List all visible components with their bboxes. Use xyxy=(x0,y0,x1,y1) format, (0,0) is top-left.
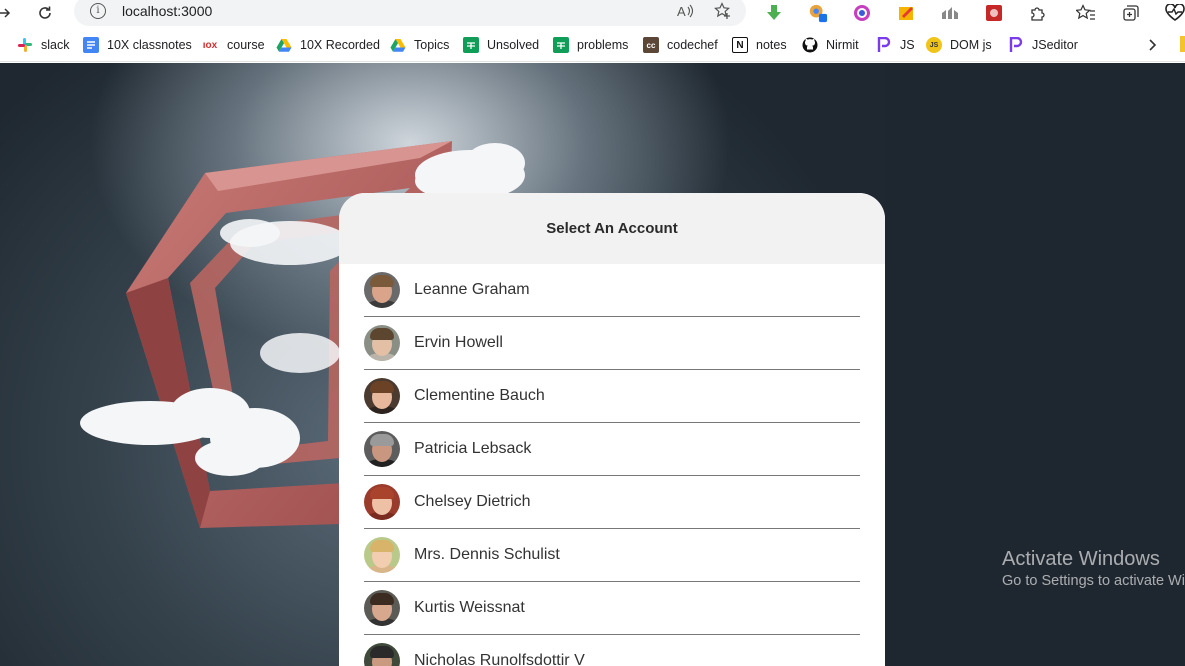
bookmark-label: 10X classnotes xyxy=(107,38,192,52)
account-item[interactable]: Ervin Howell xyxy=(364,317,860,370)
red-extension-icon[interactable] xyxy=(984,3,1004,23)
account-name: Kurtis Weissnat xyxy=(414,599,525,616)
jseditor-icon xyxy=(876,37,892,53)
svg-text:A: A xyxy=(677,4,686,19)
avatar xyxy=(364,378,400,414)
bookmark-folder-icon[interactable] xyxy=(1180,36,1185,52)
favorites-icon[interactable] xyxy=(1076,3,1096,23)
account-item[interactable]: Chelsey Dietrich xyxy=(364,476,860,529)
avatar xyxy=(364,537,400,573)
account-name: Mrs. Dennis Schulist xyxy=(414,546,560,563)
site-info-icon[interactable]: i xyxy=(90,3,106,19)
account-selector-card: Select An Account Leanne Graham Ervin Ho… xyxy=(339,193,885,666)
bookmark-label: Nirmit xyxy=(826,38,859,52)
color-picker-extension-icon[interactable] xyxy=(852,3,872,23)
watermark-subtitle: Go to Settings to activate Windows. xyxy=(1002,573,1185,589)
10x-icon: ıox xyxy=(202,39,218,51)
account-item[interactable]: Nicholas Runolfsdottir V xyxy=(364,635,860,666)
account-name: Patricia Lebsack xyxy=(414,440,532,457)
account-item[interactable]: Leanne Graham xyxy=(364,264,860,317)
account-name: Clementine Bauch xyxy=(414,387,545,404)
account-item[interactable]: Kurtis Weissnat xyxy=(364,582,860,635)
bookmark-dom-js[interactable]: JS DOM js xyxy=(926,35,992,55)
avatar xyxy=(364,431,400,467)
add-favorite-icon[interactable] xyxy=(714,2,732,20)
avatar xyxy=(364,643,400,666)
account-item[interactable]: Clementine Bauch xyxy=(364,370,860,423)
account-item[interactable]: Patricia Lebsack xyxy=(364,423,860,476)
download-extension-icon[interactable] xyxy=(764,3,784,23)
avatar xyxy=(364,272,400,308)
account-item[interactable]: Mrs. Dennis Schulist xyxy=(364,529,860,582)
watermark-title: Activate Windows xyxy=(1002,548,1160,570)
bookmark-label: DOM js xyxy=(950,38,992,52)
account-name: Leanne Graham xyxy=(414,281,530,298)
notes-extension-icon[interactable] xyxy=(896,3,916,23)
bookmark-nirmit[interactable]: Nirmit xyxy=(802,35,859,55)
bookmark-course[interactable]: ıox course xyxy=(201,35,265,55)
url-text: localhost:3000 xyxy=(122,3,213,19)
account-name: Chelsey Dietrich xyxy=(414,493,531,510)
browser-toolbar: i localhost:3000 A xyxy=(0,0,1185,28)
bookmark-js[interactable]: JS xyxy=(876,35,915,55)
collections-icon[interactable] xyxy=(1121,3,1141,23)
google-drive-icon xyxy=(390,37,406,53)
bookmark-label: slack xyxy=(41,38,70,52)
bookmark-label: JS xyxy=(900,38,915,52)
analytics-extension-icon[interactable] xyxy=(940,3,960,23)
more-bookmarks-chevron-icon[interactable] xyxy=(1147,35,1159,55)
notion-icon: N xyxy=(732,37,748,53)
bookmark-label: notes xyxy=(756,38,787,52)
bookmark-label: codechef xyxy=(667,38,718,52)
forward-icon[interactable] xyxy=(0,2,16,24)
bookmark-unsolved[interactable]: Unsolved xyxy=(463,35,539,55)
bookmark-10x-recorded[interactable]: 10X Recorded xyxy=(276,35,380,55)
google-sheets-icon xyxy=(553,37,569,53)
bookmark-label: Unsolved xyxy=(487,38,540,52)
google-docs-icon xyxy=(83,37,99,53)
reload-icon[interactable] xyxy=(34,2,56,24)
account-name: Nicholas Runolfsdottir V xyxy=(414,652,585,666)
bookmark-topics[interactable]: Topics xyxy=(390,35,449,55)
browser-essentials-icon[interactable] xyxy=(1165,3,1185,23)
extensions-icon[interactable] xyxy=(1028,3,1048,23)
bookmark-jseditor[interactable]: JSeditor xyxy=(1008,35,1078,55)
codechef-icon: cc xyxy=(643,37,659,53)
bookmark-codechef[interactable]: cc codechef xyxy=(643,35,718,55)
account-name: Ervin Howell xyxy=(414,334,503,351)
card-title: Select An Account xyxy=(339,193,885,264)
google-sheets-icon xyxy=(463,37,479,53)
avatar xyxy=(364,325,400,361)
bookmark-problems[interactable]: problems xyxy=(553,35,628,55)
bookmark-slack[interactable]: slack xyxy=(17,35,69,55)
bookmark-notes[interactable]: N notes xyxy=(732,35,787,55)
chrome-extension-icon[interactable] xyxy=(808,3,828,23)
bookmark-10x-classnotes[interactable]: 10X classnotes xyxy=(83,35,192,55)
bookmark-label: Topics xyxy=(414,38,450,52)
github-icon xyxy=(802,37,818,53)
bookmark-label: 10X Recorded xyxy=(300,38,380,52)
address-bar[interactable]: i localhost:3000 A xyxy=(74,0,746,26)
read-aloud-icon[interactable]: A xyxy=(676,2,694,20)
bookmarks-bar: slack 10X classnotes ıox course 10X Reco… xyxy=(0,28,1185,62)
google-drive-icon xyxy=(276,37,292,53)
avatar xyxy=(364,590,400,626)
js-icon: JS xyxy=(926,37,942,53)
avatar xyxy=(364,484,400,520)
account-list: Leanne Graham Ervin Howell Clementine Ba… xyxy=(339,264,885,666)
bookmark-label: course xyxy=(227,38,265,52)
bookmark-label: problems xyxy=(577,38,629,52)
windows-activation-watermark: Activate Windows Go to Settings to activ… xyxy=(1002,548,1185,589)
jseditor-icon xyxy=(1008,37,1024,53)
bookmark-label: JSeditor xyxy=(1032,38,1078,52)
slack-icon xyxy=(17,37,33,53)
